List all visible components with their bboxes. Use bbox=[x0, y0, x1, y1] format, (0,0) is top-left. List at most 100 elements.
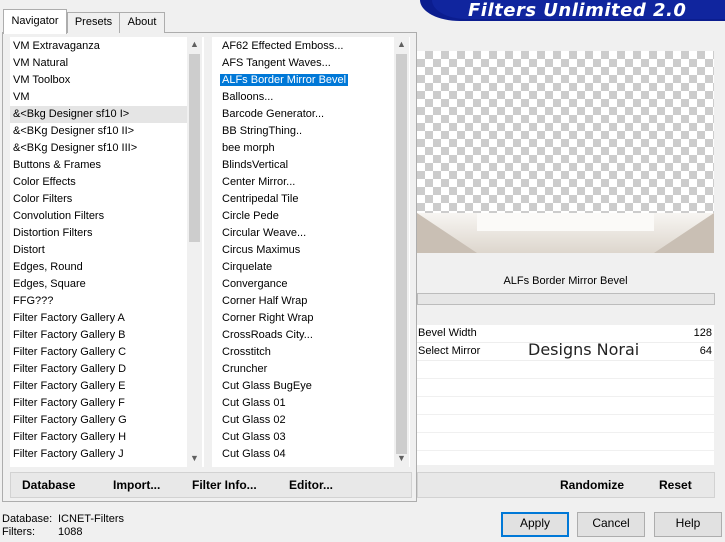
list-item[interactable]: VM bbox=[10, 89, 190, 106]
list-item-label: Filter Factory Gallery C bbox=[13, 346, 127, 358]
list-item[interactable]: Convolution Filters bbox=[10, 208, 190, 225]
list-item[interactable]: Convergance bbox=[219, 276, 394, 293]
list-item[interactable]: Cut Glass 04 bbox=[219, 446, 394, 463]
list-item[interactable]: Edges, Round bbox=[10, 259, 190, 276]
list-item[interactable]: Filter Factory Gallery F bbox=[10, 395, 190, 412]
list-item[interactable]: Cruncher bbox=[219, 361, 394, 378]
scroll-thumb[interactable] bbox=[396, 54, 407, 454]
param-value: 64 bbox=[699, 345, 712, 357]
list-item[interactable]: Buttons & Frames bbox=[10, 157, 190, 174]
list-item[interactable]: Filter Factory Gallery D bbox=[10, 361, 190, 378]
list-item[interactable]: Corner Half Wrap bbox=[219, 293, 394, 310]
reset-button[interactable]: Reset bbox=[659, 473, 692, 497]
list-item[interactable]: Distort bbox=[10, 242, 190, 259]
list-item-label: ALFs Border Mirror Bevel bbox=[220, 74, 349, 86]
list-item[interactable]: Filter Factory Gallery B bbox=[10, 327, 190, 344]
list-item[interactable]: CrossRoads City... bbox=[219, 327, 394, 344]
category-list[interactable]: VM Extravaganza VM Natural VM Toolbox VM &<B… bbox=[10, 37, 204, 467]
randomize-button[interactable]: Randomize bbox=[560, 473, 624, 497]
param-row-empty bbox=[417, 361, 714, 379]
list-item[interactable]: Cut Glass 01 bbox=[219, 395, 394, 412]
list-item[interactable]: VM Extravaganza bbox=[10, 38, 190, 55]
import-button[interactable]: Import... bbox=[113, 473, 160, 497]
list-item[interactable]: Center Mirror... bbox=[219, 174, 394, 191]
list-item[interactable]: Cut Glass 02 bbox=[219, 412, 394, 429]
list-item[interactable]: FFG??? bbox=[10, 293, 190, 310]
list-item[interactable]: Circular Weave... bbox=[219, 225, 394, 242]
editor-button[interactable]: Editor... bbox=[289, 473, 333, 497]
list-item[interactable]: Filter Factory Gallery H bbox=[10, 429, 190, 446]
list-item[interactable]: Edges, Square bbox=[10, 276, 190, 293]
list-item[interactable]: Filter Factory Gallery A bbox=[10, 310, 190, 327]
list-item-label: Corner Right Wrap bbox=[222, 312, 314, 324]
param-value: 128 bbox=[693, 327, 712, 339]
filter-list[interactable]: AF62 Effected Emboss... AFS Tangent Waves… bbox=[212, 37, 410, 467]
list-item[interactable]: ALFs Border Mirror Bevel bbox=[219, 72, 394, 89]
list-item[interactable]: Circus Maximus bbox=[219, 242, 394, 259]
list-item[interactable]: Color Effects bbox=[10, 174, 190, 191]
list-item-label: Balloons... bbox=[222, 91, 274, 103]
list-item[interactable]: VM Toolbox bbox=[10, 72, 190, 89]
scroll-up-icon[interactable]: ▲ bbox=[187, 37, 202, 52]
list-item-label: Filter Factory Gallery F bbox=[13, 397, 125, 409]
param-row-empty bbox=[417, 433, 714, 451]
list-item[interactable]: Centripedal Tile bbox=[219, 191, 394, 208]
list-item-label: Buttons & Frames bbox=[13, 159, 102, 171]
list-item-label: AF62 Effected Emboss... bbox=[222, 40, 344, 52]
list-item[interactable]: &<BKg Designer sf10 III> bbox=[10, 140, 190, 157]
left-button-bar: Database Import... Filter Info... Editor… bbox=[10, 472, 412, 498]
list-item[interactable]: Filter Factory Gallery C bbox=[10, 344, 190, 361]
list-item[interactable]: Distortion Filters bbox=[10, 225, 190, 242]
tab-navigator[interactable]: Navigator bbox=[3, 9, 67, 34]
list-item[interactable]: BlindsVertical bbox=[219, 157, 394, 174]
param-row-empty bbox=[417, 379, 714, 397]
list-item[interactable]: Color Filters bbox=[10, 191, 190, 208]
database-label: Database: bbox=[2, 513, 53, 525]
list-item[interactable]: Barcode Generator... bbox=[219, 106, 394, 123]
scroll-down-icon[interactable]: ▼ bbox=[394, 451, 409, 466]
list-item[interactable]: Balloons... bbox=[219, 89, 394, 106]
category-scrollbar[interactable]: ▲ ▼ bbox=[187, 37, 202, 467]
tab-presets[interactable]: Presets bbox=[67, 12, 120, 33]
bevel-top bbox=[477, 213, 654, 231]
list-item-label: Color Filters bbox=[13, 193, 73, 205]
list-item[interactable]: Filter Factory Gallery E bbox=[10, 378, 190, 395]
bevel-left bbox=[417, 213, 477, 253]
list-item[interactable]: Cut Glass 03 bbox=[219, 429, 394, 446]
list-item[interactable]: Cirquelate bbox=[219, 259, 394, 276]
list-item-label: Cut Glass 02 bbox=[222, 414, 286, 426]
list-item[interactable]: VM Natural bbox=[10, 55, 190, 72]
cancel-button[interactable]: Cancel bbox=[577, 512, 645, 537]
list-item[interactable]: Cut Glass BugEye bbox=[219, 378, 394, 395]
list-item-label: Crosstitch bbox=[222, 346, 271, 358]
list-item[interactable]: Corner Right Wrap bbox=[219, 310, 394, 327]
scroll-up-icon[interactable]: ▲ bbox=[394, 37, 409, 52]
filter-info-button[interactable]: Filter Info... bbox=[192, 473, 257, 497]
scroll-down-icon[interactable]: ▼ bbox=[187, 451, 202, 466]
list-item[interactable]: Circle Pede bbox=[219, 208, 394, 225]
list-item[interactable]: BB StringThing.. bbox=[219, 123, 394, 140]
help-button[interactable]: Help bbox=[654, 512, 722, 537]
filters-label: Filters: bbox=[2, 526, 35, 538]
list-item-label: BB StringThing.. bbox=[222, 125, 303, 137]
list-item[interactable]: bee morph bbox=[219, 140, 394, 157]
list-item[interactable]: &<BKg Designer sf10 II> bbox=[10, 123, 190, 140]
scroll-thumb[interactable] bbox=[189, 54, 200, 242]
list-item-label: Distortion Filters bbox=[13, 227, 93, 239]
list-item[interactable]: Filter Factory Gallery G bbox=[10, 412, 190, 429]
list-item[interactable]: AF62 Effected Emboss... bbox=[219, 38, 394, 55]
list-item[interactable]: &<Bkg Designer sf10 I> bbox=[10, 106, 190, 123]
list-item-label: VM Extravaganza bbox=[13, 40, 100, 52]
list-item-label: bee morph bbox=[222, 142, 275, 154]
apply-button[interactable]: Apply bbox=[501, 512, 569, 537]
list-item-label: Cut Glass BugEye bbox=[222, 380, 312, 392]
list-item[interactable]: AFS Tangent Waves... bbox=[219, 55, 394, 72]
tab-about[interactable]: About bbox=[119, 12, 165, 33]
database-value: ICNET-Filters bbox=[58, 513, 124, 525]
list-item-label: Filter Factory Gallery D bbox=[13, 363, 127, 375]
list-item[interactable]: Crosstitch bbox=[219, 344, 394, 361]
database-button[interactable]: Database bbox=[22, 473, 75, 497]
filter-scrollbar[interactable]: ▲ ▼ bbox=[394, 37, 409, 467]
list-item[interactable]: Filter Factory Gallery J bbox=[10, 446, 190, 463]
preview-canvas bbox=[417, 51, 714, 253]
